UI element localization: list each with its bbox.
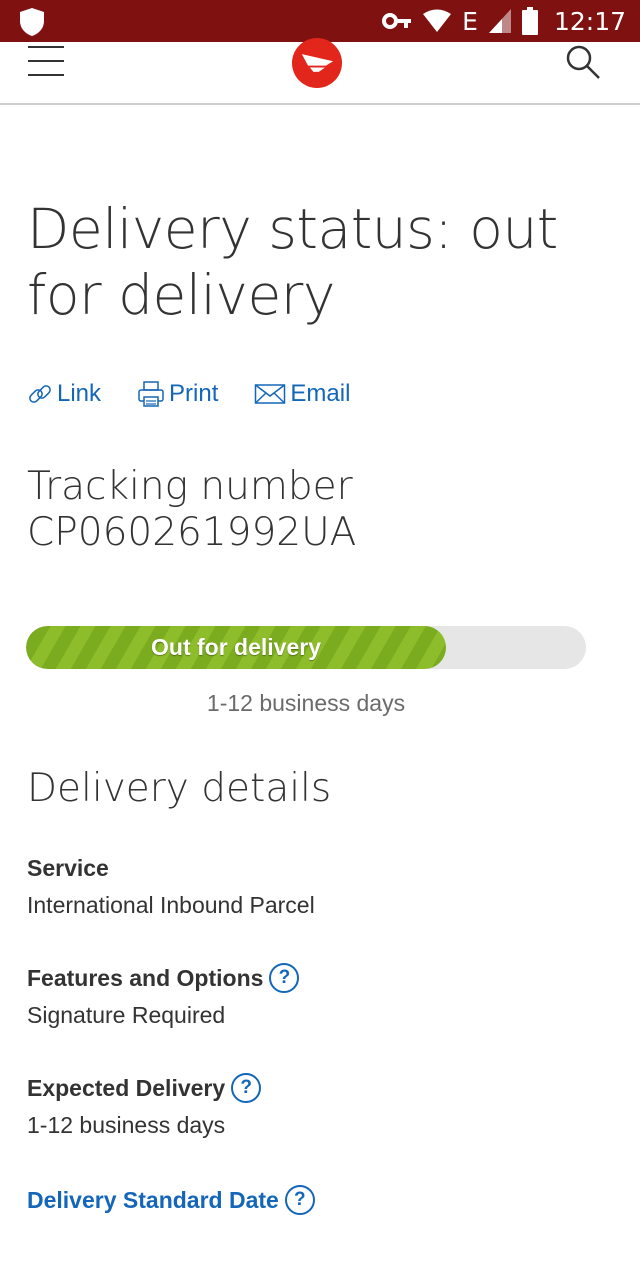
email-label: Email [290,380,351,407]
key-icon [382,13,412,29]
delivery-standard-date-label: Delivery Standard Date [27,1186,279,1213]
clock: 12:17 [553,6,626,36]
expected-label-row: Expected Delivery ? [27,1070,262,1106]
progress-label: Out for delivery [151,634,321,660]
expected-help-icon[interactable]: ? [231,1073,262,1103]
signal-icon [488,9,511,33]
battery-icon [521,7,538,35]
print-button[interactable]: Print [137,380,218,408]
search-icon[interactable] [564,44,602,82]
features-value: Signature Required [27,1002,226,1028]
printer-icon [138,381,164,407]
menu-icon[interactable] [28,46,64,76]
envelope-icon [255,384,286,404]
tracking-info: Tracking number CP060261992UA [27,464,356,556]
expected-value: 1-12 business days [27,1112,226,1138]
features-detail: Features and Options ? Signature Require… [27,960,300,1029]
page-title: Delivery status: out for delivery [27,197,558,327]
link-button[interactable]: Link [27,380,101,408]
progress-subtext: 1-12 business days [206,690,406,716]
link-icon [29,385,51,403]
tracking-label: Tracking number [27,464,353,509]
delivery-standard-date-link[interactable]: Delivery Standard Date ? [27,1182,315,1218]
email-button[interactable]: Email [254,380,350,408]
status-bar: E 12:17 [0,0,640,42]
status-icons: E 12:17 [382,0,626,42]
delivery-details-title: Delivery details [27,766,332,811]
delivery-progress-bar: Out for delivery [26,626,586,669]
features-help-icon[interactable]: ? [269,963,300,993]
features-label-row: Features and Options ? [27,960,300,996]
features-label: Features and Options [27,964,264,991]
canada-post-logo[interactable] [289,38,345,88]
app-header [0,38,640,105]
expected-label: Expected Delivery [27,1074,226,1101]
share-actions: Link Print Email [27,380,350,408]
delivery-standard-help-icon[interactable]: ? [284,1185,315,1215]
print-label: Print [169,380,219,407]
service-label: Service [27,854,109,881]
tracking-number: CP060261992UA [27,510,357,555]
shield-icon [20,8,44,36]
service-detail: Service International Inbound Parcel [27,850,315,919]
service-value: International Inbound Parcel [27,892,315,918]
expected-delivery-detail: Expected Delivery ? 1-12 business days [27,1070,262,1139]
link-label: Link [57,380,102,407]
network-type: E [462,6,478,36]
wifi-icon [423,9,452,32]
